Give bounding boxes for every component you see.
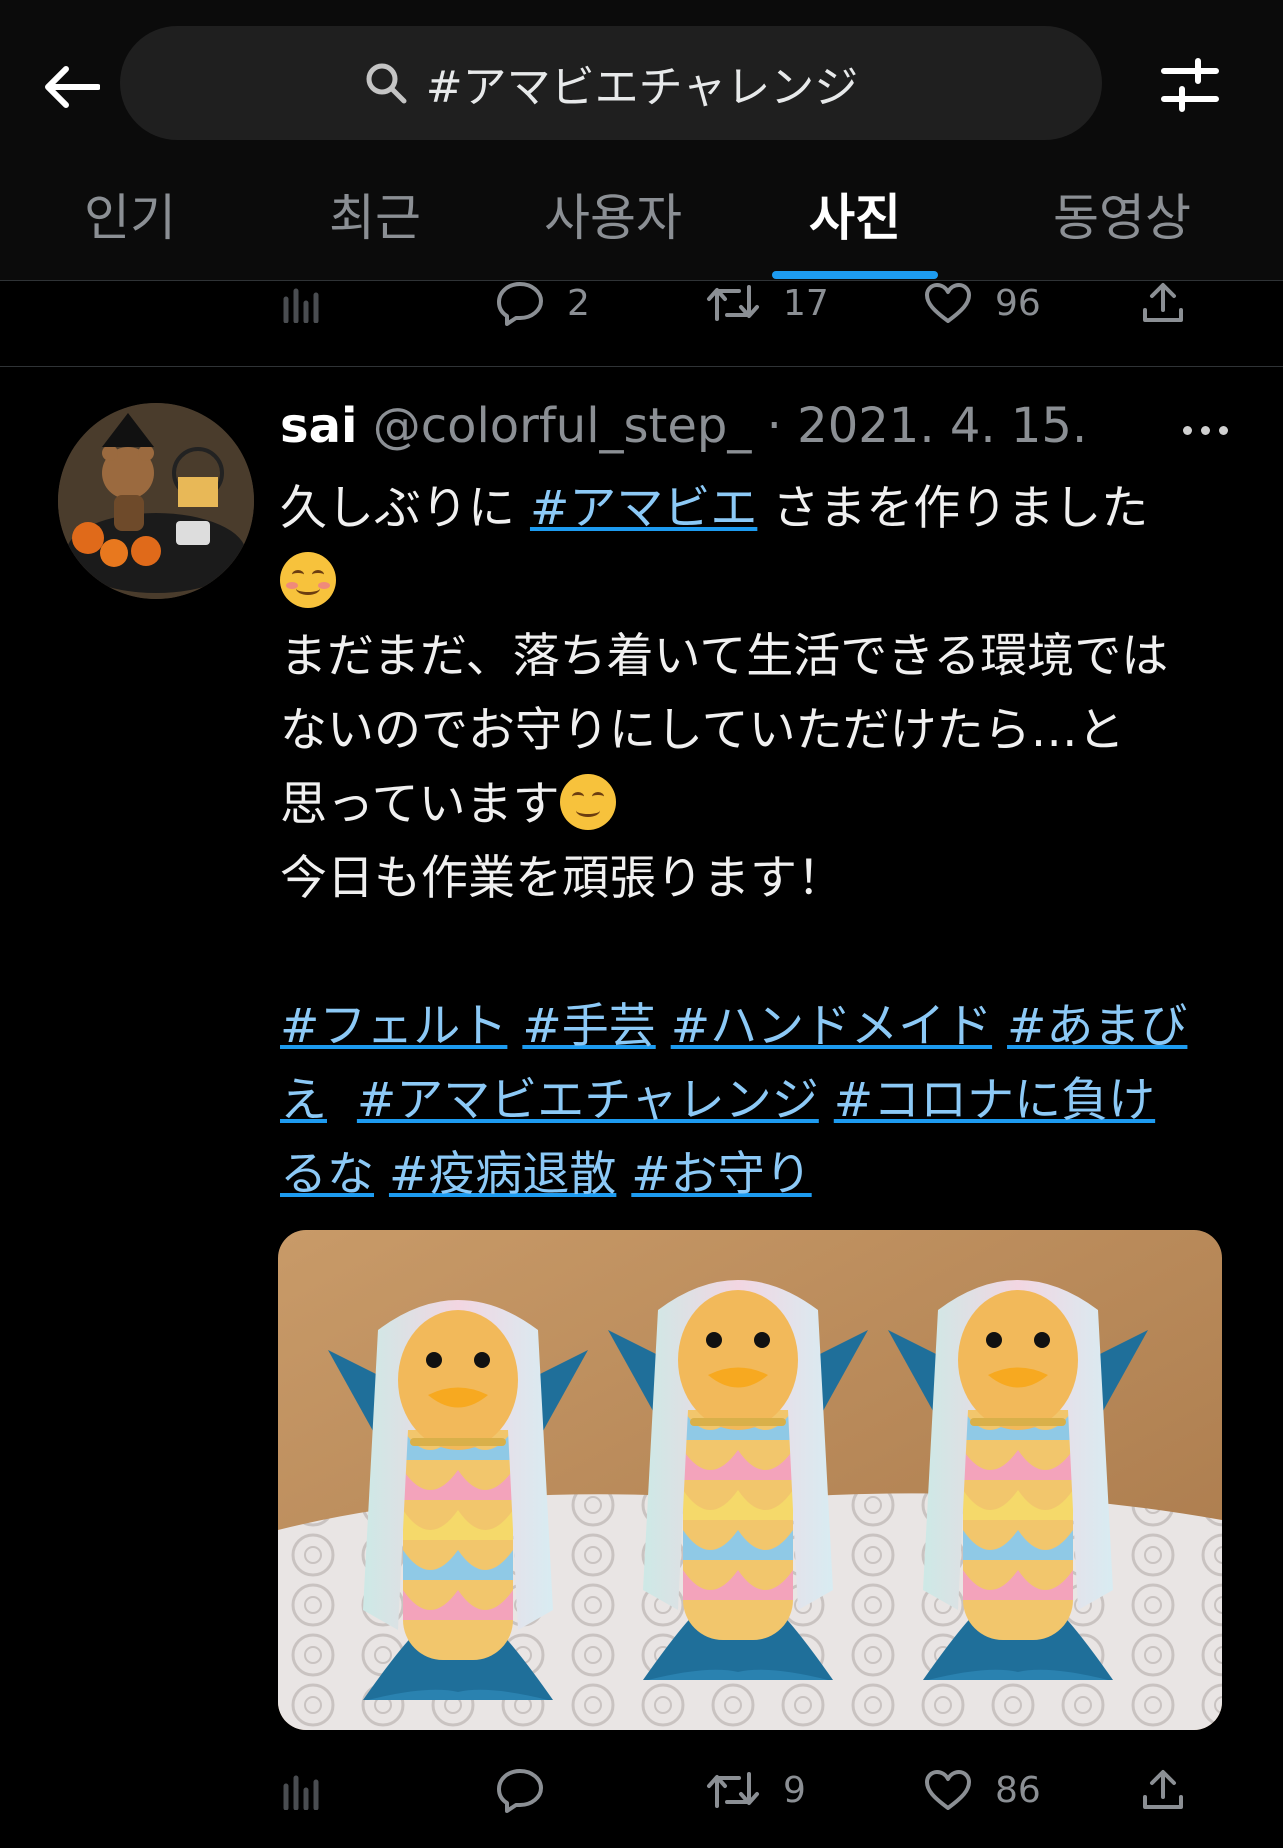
hashtag-link[interactable]: #お守り	[631, 1147, 811, 1202]
tweet-actions: 9 86	[280, 1760, 1220, 1820]
share-icon	[1143, 1770, 1183, 1809]
hashtag-link[interactable]: #アマビエ	[530, 481, 757, 536]
tweet-text-segment: 思っています	[280, 777, 560, 832]
search-tabs: 인기 최근 사용자 사진 동영상	[0, 170, 1283, 280]
tab-videos[interactable]: 동영상	[1012, 178, 1232, 250]
more-icon	[1182, 425, 1192, 435]
display-name[interactable]: sai	[280, 398, 357, 454]
retweet-count: 17	[783, 282, 829, 324]
hashtag-link[interactable]: #アマビエチャレンジ	[357, 1073, 819, 1128]
reply-button[interactable]	[495, 1760, 567, 1820]
tweet-text-segment: 久しぶりに	[280, 481, 530, 536]
analytics-icon	[283, 288, 319, 323]
retweet-button[interactable]: 17	[705, 273, 829, 333]
like-count: 86	[995, 1769, 1041, 1811]
tweet-header: sai @colorful_step_ · 2021. 4. 15.	[280, 398, 1087, 454]
tweet-text: 久しぶりに #アマビエ さまを作りました まだまだ、落ち着いて生活できる環境では…	[280, 472, 1240, 1212]
arrow-left-icon	[45, 66, 100, 108]
hashtag-link[interactable]: るな	[280, 1147, 374, 1202]
like-count: 96	[995, 282, 1041, 324]
avatar-image	[58, 403, 254, 599]
tweet-photo[interactable]	[278, 1230, 1222, 1730]
share-icon	[1143, 283, 1183, 322]
share-button[interactable]	[1140, 273, 1186, 333]
top-bar: #アマビエチャレンジ 인기 최근 사용자 사진 동영상	[0, 0, 1283, 281]
tweet-divider	[0, 366, 1283, 367]
share-button[interactable]	[1140, 1760, 1186, 1820]
reply-count: 2	[567, 282, 590, 324]
smiling-face-emoji	[280, 552, 336, 608]
tab-popular[interactable]: 인기	[20, 178, 240, 250]
tab-people[interactable]: 사용자	[503, 178, 723, 250]
user-handle[interactable]: @colorful_step_	[373, 398, 752, 454]
avatar[interactable]	[58, 403, 254, 599]
reply-icon	[497, 1769, 543, 1813]
hashtag-link[interactable]: #疫病退散	[389, 1147, 616, 1202]
heart-icon	[925, 1770, 971, 1810]
analytics-button[interactable]	[280, 1760, 324, 1820]
analytics-button[interactable]	[280, 273, 324, 333]
back-button[interactable]	[40, 55, 104, 119]
search-icon	[366, 63, 407, 104]
tab-photos[interactable]: 사진	[745, 178, 965, 250]
hashtag-link[interactable]: え	[280, 1073, 327, 1128]
hashtag-link[interactable]: #フェルト	[280, 999, 507, 1054]
tweet-text-segment: ないのでお守りにしていただけたら…と	[280, 703, 1125, 758]
amabie-dolls-photo	[278, 1230, 1222, 1730]
retweet-icon	[707, 285, 759, 321]
smile-emoji	[559, 774, 616, 830]
search-query: #アマビエチャレンジ	[425, 62, 859, 113]
hashtag-link[interactable]: #コロナに負け	[834, 1073, 1155, 1128]
more-options-button[interactable]	[1170, 400, 1240, 460]
retweet-count: 9	[783, 1769, 806, 1811]
tab-latest[interactable]: 최근	[265, 178, 485, 250]
analytics-icon	[283, 1775, 319, 1810]
like-button[interactable]: 86	[923, 1760, 1041, 1820]
retweet-icon	[707, 1772, 759, 1808]
search-bar[interactable]: #アマビエチャレンジ	[120, 26, 1102, 140]
sliders-icon	[1161, 58, 1219, 112]
retweet-button[interactable]: 9	[705, 1760, 806, 1820]
reply-button[interactable]: 2	[495, 273, 590, 333]
tweet-date[interactable]: · 2021. 4. 15.	[767, 398, 1088, 454]
heart-icon	[925, 283, 971, 323]
like-button[interactable]: 96	[923, 273, 1041, 333]
reply-icon	[497, 282, 543, 326]
hashtag-link[interactable]: #ハンドメイド	[671, 999, 992, 1054]
tweet-text-segment: 今日も作業を頑張ります！	[280, 851, 844, 906]
hashtag-link[interactable]: #あまび	[1007, 999, 1187, 1054]
tweet-text-segment: まだまだ、落ち着いて生活できる環境では	[280, 629, 1169, 684]
tweet-text-segment: さまを作りました	[757, 481, 1149, 536]
search-settings-button[interactable]	[1150, 45, 1230, 125]
prev-tweet-actions: 2 17 96	[280, 273, 1220, 333]
hashtag-link[interactable]: #手芸	[522, 999, 655, 1054]
